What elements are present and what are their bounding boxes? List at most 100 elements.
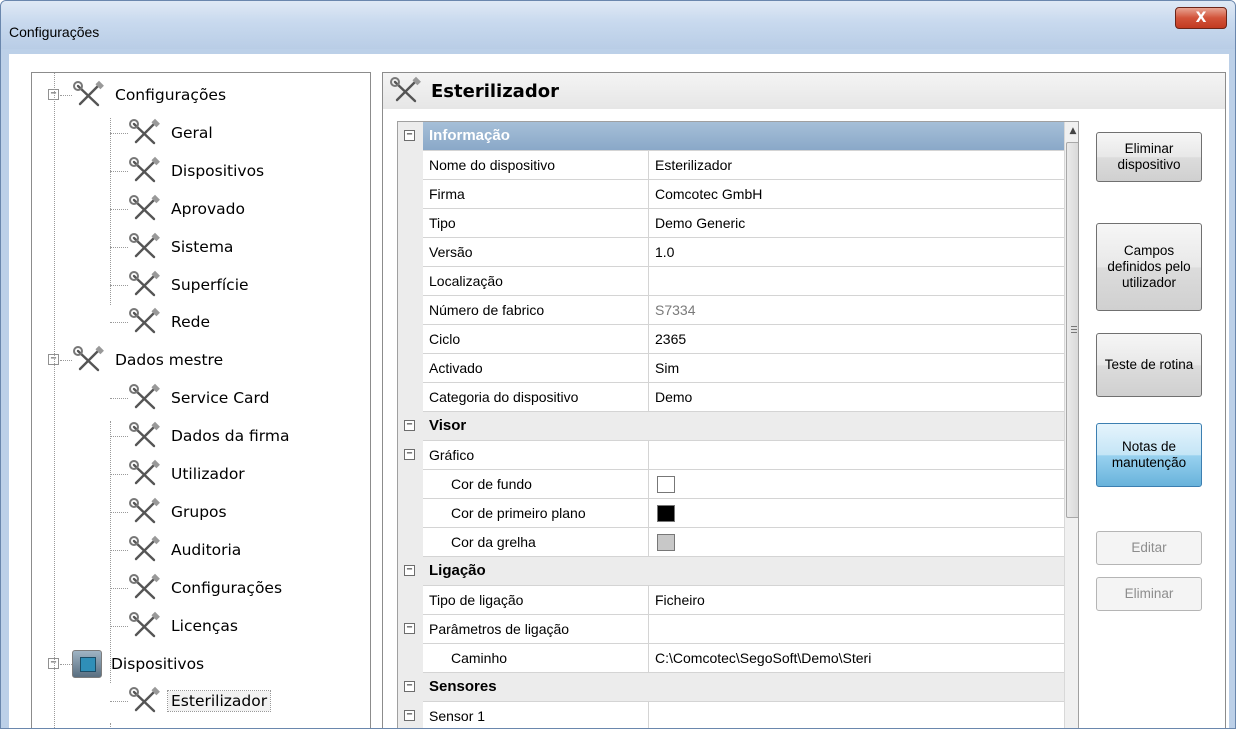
grid-property-row[interactable]: Tipo de ligação Ficheiro	[398, 586, 1064, 615]
close-button[interactable]: X	[1175, 7, 1227, 29]
grid-property-row[interactable]: − Sensor 1	[398, 702, 1064, 728]
grid-property-row[interactable]: Categoria do dispositivo Demo	[398, 383, 1064, 412]
tree-item[interactable]: Dispositivos	[128, 154, 267, 188]
property-value[interactable]: Demo	[649, 383, 1064, 412]
property-value[interactable]	[649, 499, 1064, 528]
property-name: Versão	[423, 238, 649, 267]
action-button[interactable]: Campos definidos pelo utilizador	[1096, 223, 1202, 311]
vertical-scrollbar[interactable]: ▲	[1064, 122, 1078, 728]
tree-item-label: Configurações	[115, 86, 227, 104]
grid-property-row[interactable]: Localização	[398, 267, 1064, 296]
color-swatch[interactable]	[657, 534, 675, 551]
grid-category-row[interactable]: − Ligação	[398, 557, 1064, 586]
property-value[interactable]: Ficheiro	[649, 586, 1064, 615]
grid-property-row[interactable]: Cor da grelha	[398, 528, 1064, 557]
grid-property-row[interactable]: Firma Comcotec GmbH	[398, 180, 1064, 209]
tree-item[interactable]: Dados mestre	[72, 343, 226, 377]
property-value[interactable]: Sim	[649, 354, 1064, 383]
collapse-toggle-icon[interactable]: −	[404, 449, 415, 460]
scroll-up-arrow-icon[interactable]: ▲	[1065, 122, 1078, 140]
tree-item[interactable]: Esterilizador	[128, 684, 272, 718]
panel-title: Esterilizador	[431, 80, 559, 102]
property-value[interactable]	[649, 615, 1064, 644]
action-button[interactable]: Eliminar dispositivo	[1096, 132, 1202, 182]
scroll-thumb[interactable]	[1066, 142, 1078, 518]
tree-item[interactable]: Grupos	[128, 495, 230, 529]
collapse-toggle-icon[interactable]: −	[404, 710, 415, 721]
action-button[interactable]: Editar	[1096, 531, 1202, 565]
property-value[interactable]: Esterilizador	[649, 151, 1064, 180]
grid-property-row[interactable]: − Parâmetros de ligação	[398, 615, 1064, 644]
tree-connector	[110, 132, 128, 134]
property-name: Sensor 1	[423, 702, 649, 728]
property-value[interactable]	[649, 702, 1064, 728]
tree-item-label: Dispositivos	[111, 654, 205, 673]
collapse-toggle-icon[interactable]: −	[404, 420, 415, 431]
row-gutter	[398, 296, 423, 325]
tree-item[interactable]: Aprovado	[128, 192, 248, 226]
color-swatch[interactable]	[657, 505, 675, 522]
collapse-toggle-icon[interactable]: −	[404, 565, 415, 576]
navigation-tree[interactable]: Configurações − Geral Dispositivos Aprovado S…	[31, 72, 371, 728]
property-name: Parâmetros de ligação	[423, 615, 649, 644]
collapse-toggle-icon[interactable]: −	[404, 681, 415, 692]
row-gutter: −	[398, 673, 423, 702]
tree-item[interactable]: Superfície	[128, 268, 252, 302]
tree-item-label: Dados mestre	[115, 351, 224, 370]
property-name: Número de fabrico	[423, 296, 649, 325]
property-name: Cor da grelha	[423, 528, 649, 557]
grid-property-row[interactable]: Nome do dispositivo Esterilizador	[398, 151, 1064, 180]
tree-item[interactable]: Dispositivos	[72, 647, 207, 681]
tree-item[interactable]: Service Card	[128, 381, 272, 415]
tree-item[interactable]: Auditoria	[128, 533, 244, 567]
grid-property-row[interactable]: Tipo Demo Generic	[398, 209, 1064, 238]
property-value[interactable]: Comcotec GmbH	[649, 180, 1064, 209]
property-value[interactable]: Demo Generic	[649, 209, 1064, 238]
tree-item-label: Aprovado	[171, 199, 245, 218]
grid-property-row[interactable]: Versão 1.0	[398, 238, 1064, 267]
row-gutter: −	[398, 122, 423, 151]
grid-property-row[interactable]: Caminho C:\Comcotec\SegoSoft\Demo\Steri	[398, 644, 1064, 673]
tree-item[interactable]: Rede	[128, 305, 213, 339]
tree-item[interactable]: Utilizador	[128, 457, 248, 491]
collapse-toggle-icon[interactable]: −	[404, 623, 415, 634]
tools-icon	[129, 156, 160, 182]
grid-property-row[interactable]: Cor de primeiro plano	[398, 499, 1064, 528]
property-name: Cor de fundo	[423, 470, 649, 499]
property-value[interactable]	[649, 441, 1064, 470]
action-button[interactable]: Teste de rotina	[1096, 333, 1202, 397]
color-swatch[interactable]	[657, 476, 675, 493]
tree-item[interactable]: Geral	[128, 116, 216, 150]
tree-item[interactable]: Dados da firma	[128, 419, 292, 453]
property-grid[interactable]: − Sensor 1− Sensores Caminho C:\Comcotec\Seg…	[397, 121, 1079, 728]
property-value[interactable]	[649, 528, 1064, 557]
grid-property-row[interactable]: Cor de fundo	[398, 470, 1064, 499]
tree-connector	[60, 360, 72, 362]
grid-property-row[interactable]: − Gráfico	[398, 441, 1064, 470]
collapse-toggle-icon[interactable]: −	[404, 130, 415, 141]
property-value[interactable]: S7334	[649, 296, 1064, 325]
tree-guide-line	[110, 421, 111, 683]
grid-property-row[interactable]: Activado Sim	[398, 354, 1064, 383]
property-name: Firma	[423, 180, 649, 209]
tree-item[interactable]: Sistema	[128, 230, 236, 264]
property-name: Nome do dispositivo	[423, 151, 649, 180]
action-button[interactable]: Eliminar	[1096, 577, 1202, 611]
tree-item[interactable]: Configurações	[128, 571, 285, 605]
tree-item[interactable]: Licenças	[128, 609, 241, 643]
tree-connector	[110, 625, 128, 627]
property-value[interactable]	[649, 267, 1064, 296]
grid-property-row[interactable]: Número de fabrico S7334	[398, 296, 1064, 325]
tree-item[interactable]: Configurações	[72, 78, 229, 112]
grid-category-row[interactable]: − Sensores	[398, 673, 1064, 702]
property-value[interactable]: 2365	[649, 325, 1064, 354]
grid-category-row[interactable]: − Informação	[398, 122, 1064, 151]
grid-category-row[interactable]: − Visor	[398, 412, 1064, 441]
tools-icon	[129, 270, 160, 296]
grid-property-row[interactable]: Ciclo 2365	[398, 325, 1064, 354]
property-value[interactable]	[649, 470, 1064, 499]
property-value[interactable]: 1.0	[649, 238, 1064, 267]
property-value[interactable]: C:\Comcotec\SegoSoft\Demo\Steri	[649, 644, 1064, 673]
tools-icon	[129, 573, 160, 599]
action-button[interactable]: Notas de manutenção	[1096, 423, 1202, 487]
